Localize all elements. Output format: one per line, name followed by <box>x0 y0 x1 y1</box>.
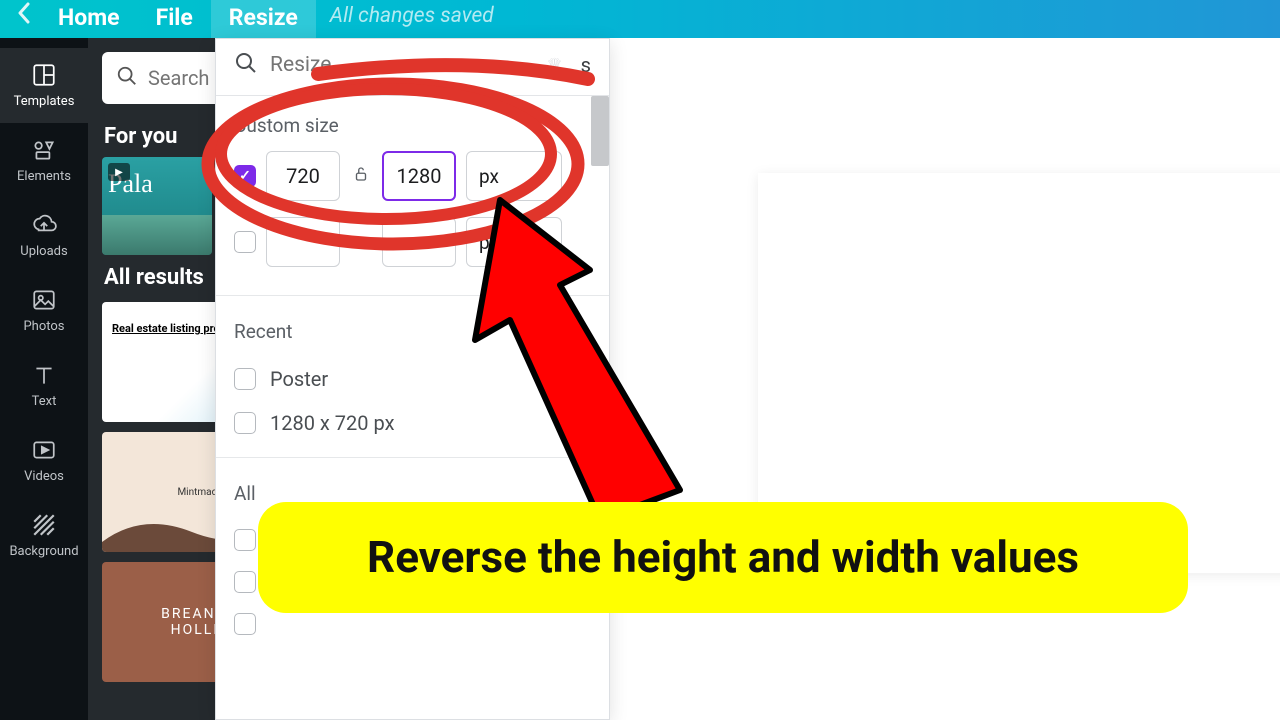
chevron-down-icon: ⌄ <box>537 168 549 184</box>
resize-search-row: ♕ s <box>216 39 609 96</box>
option-checkbox[interactable] <box>234 571 256 593</box>
sidebar-label: Background <box>9 544 78 559</box>
secondary-size-row: px ⌄ <box>234 217 591 267</box>
template-thumb[interactable]: ▶ Pala <box>102 157 212 255</box>
unit-select-2[interactable]: px ⌄ <box>466 217 562 267</box>
templates-icon <box>31 62 57 88</box>
scrollbar[interactable] <box>591 96 609 166</box>
canvas-area <box>518 38 1280 720</box>
sidebar-item-videos[interactable]: Videos <box>0 423 88 498</box>
secondary-checkbox[interactable] <box>234 231 256 253</box>
sidebar-label: Elements <box>17 169 71 184</box>
home-button[interactable]: Home <box>40 0 138 38</box>
custom-size-checkbox[interactable] <box>234 165 256 187</box>
left-sidebar: Templates Elements Uploads Photos Text V… <box>0 38 88 720</box>
sidebar-item-background[interactable]: Background <box>0 498 88 573</box>
sidebar-item-uploads[interactable]: Uploads <box>0 198 88 273</box>
sidebar-label: Photos <box>23 319 64 334</box>
text-icon <box>31 362 57 388</box>
resize-button[interactable]: Resize <box>211 0 316 38</box>
sidebar-item-photos[interactable]: Photos <box>0 273 88 348</box>
height-input[interactable] <box>382 151 456 201</box>
recent-option-poster[interactable]: Poster <box>234 357 591 401</box>
sidebar-item-elements[interactable]: Elements <box>0 123 88 198</box>
page-count-suffix: s <box>581 53 591 77</box>
topbar: Home File Resize All changes saved <box>0 0 1280 38</box>
sidebar-item-templates[interactable]: Templates <box>0 48 88 123</box>
lock-icon[interactable] <box>350 164 372 188</box>
sidebar-label: Text <box>32 394 57 409</box>
width-input[interactable] <box>266 151 340 201</box>
topbar-nav: Home File Resize All changes saved <box>8 0 508 38</box>
photos-icon <box>31 287 57 313</box>
unit-select[interactable]: px ⌄ <box>466 151 562 201</box>
sidebar-label: Templates <box>14 94 75 109</box>
option-label: Poster <box>270 367 328 391</box>
unit-value: px <box>479 231 499 254</box>
search-icon <box>116 65 138 91</box>
custom-size-label: Custom size <box>234 114 591 137</box>
elements-icon <box>31 137 57 163</box>
secondary-width-input[interactable] <box>266 217 340 267</box>
videos-icon <box>31 437 57 463</box>
chevron-down-icon: ⌄ <box>537 234 549 250</box>
option-checkbox[interactable] <box>234 613 256 635</box>
sidebar-label: Videos <box>24 469 64 484</box>
uploads-icon <box>31 212 57 238</box>
search-icon <box>234 51 258 79</box>
sidebar-item-text[interactable]: Text <box>0 348 88 423</box>
option-checkbox[interactable] <box>234 368 256 390</box>
back-button[interactable] <box>8 0 40 38</box>
secondary-height-input[interactable] <box>382 217 456 267</box>
recent-option-1280x720[interactable]: 1280 x 720 px <box>234 401 591 445</box>
unit-value: px <box>479 165 499 188</box>
crown-icon: ♕ <box>547 55 563 76</box>
custom-size-row: px ⌄ <box>234 151 591 201</box>
option-checkbox[interactable] <box>234 529 256 551</box>
option-checkbox[interactable] <box>234 412 256 434</box>
resize-search-input[interactable] <box>270 53 535 77</box>
annotation-text: Reverse the height and width values <box>258 502 1188 613</box>
option-label: 1280 x 720 px <box>270 411 395 435</box>
recent-label: Recent <box>234 320 591 343</box>
background-icon <box>31 512 57 538</box>
play-icon: ▶ <box>108 163 130 181</box>
resize-popover: ♕ s Custom size px ⌄ px <box>215 38 610 720</box>
file-button[interactable]: File <box>138 0 211 38</box>
sidebar-item-more[interactable] <box>0 573 88 587</box>
sidebar-label: Uploads <box>20 244 67 259</box>
save-status: All changes saved <box>316 0 508 38</box>
